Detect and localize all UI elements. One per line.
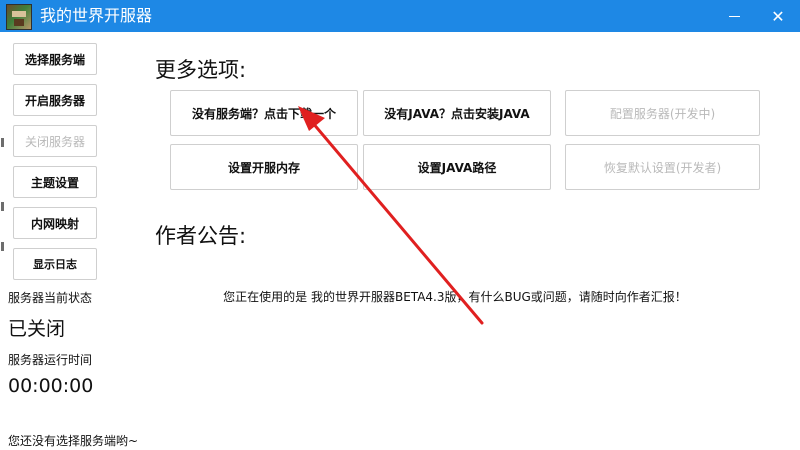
uptime-value: 00:00:00 bbox=[8, 375, 94, 397]
set-memory-button[interactable]: 设置开服内存 bbox=[170, 144, 358, 190]
left-edge-mark bbox=[1, 242, 4, 251]
theme-settings-button[interactable]: 主题设置 bbox=[13, 166, 97, 198]
server-status-value: 已关闭 bbox=[8, 318, 66, 340]
app-icon bbox=[6, 4, 32, 30]
annotation-arrow-overlay bbox=[298, 106, 484, 325]
download-server-button[interactable]: 没有服务端？点击下载一个 bbox=[170, 90, 358, 136]
server-status-label: 服务器当前状态 bbox=[8, 291, 93, 305]
install-java-button[interactable]: 没有JAVA？点击安装JAVA bbox=[363, 90, 551, 136]
title-bar: 我的世界开服器 ✕ bbox=[0, 0, 800, 32]
select-server-button[interactable]: 选择服务端 bbox=[13, 43, 97, 75]
minimize-icon bbox=[728, 15, 740, 17]
restore-defaults-button[interactable]: 恢复默认设置(开发者) bbox=[565, 144, 760, 190]
set-java-path-button[interactable]: 设置JAVA路径 bbox=[363, 144, 551, 190]
show-log-button[interactable]: 显示日志 bbox=[13, 248, 97, 280]
left-edge-mark bbox=[1, 138, 4, 147]
author-notice-text: 您正在使用的是 我的世界开服器BETA4.3版，有什么BUG或问题，请随时向作者… bbox=[223, 290, 687, 304]
configure-server-button[interactable]: 配置服务器(开发中) bbox=[565, 90, 760, 136]
port-mapping-button[interactable]: 内网映射 bbox=[13, 207, 97, 239]
footer-hint: 您还没有选择服务端哟~ bbox=[8, 434, 139, 448]
options-heading: 更多选项: bbox=[155, 58, 247, 82]
notice-heading: 作者公告: bbox=[155, 224, 247, 248]
left-edge-mark bbox=[1, 202, 4, 211]
close-icon: ✕ bbox=[771, 6, 785, 26]
uptime-label: 服务器运行时间 bbox=[8, 353, 93, 367]
window-title: 我的世界开服器 bbox=[40, 6, 153, 25]
start-server-button[interactable]: 开启服务器 bbox=[13, 84, 97, 116]
close-button[interactable]: ✕ bbox=[756, 0, 800, 32]
minimize-button[interactable] bbox=[712, 0, 756, 32]
stop-server-button[interactable]: 关闭服务器 bbox=[13, 125, 97, 157]
